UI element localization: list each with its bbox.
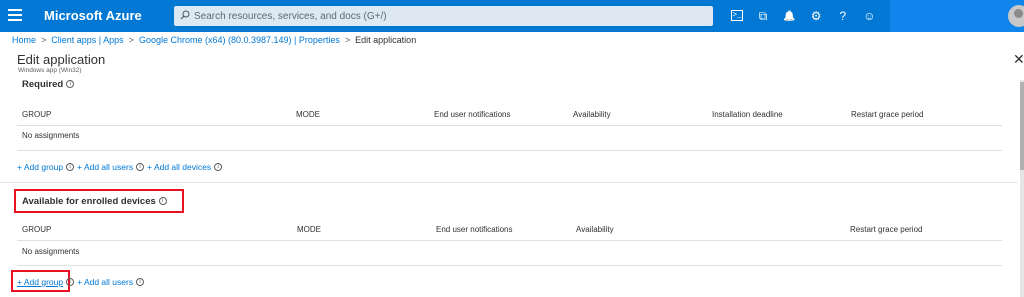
divider <box>17 265 1002 266</box>
breadcrumb-separator: > <box>128 35 134 45</box>
add-all-users-link[interactable]: + Add all users <box>77 277 133 287</box>
col-group: GROUP <box>22 225 52 234</box>
divider <box>17 150 1002 151</box>
search-box[interactable] <box>174 6 713 26</box>
menu-icon[interactable] <box>8 9 22 23</box>
page-title: Edit application <box>17 52 106 67</box>
breadcrumb-home[interactable]: Home <box>12 35 36 45</box>
notifications-icon[interactable]: 🔔 <box>777 7 803 25</box>
info-icon[interactable]: i <box>66 278 75 286</box>
breadcrumb-client-apps[interactable]: Client apps | Apps <box>51 35 123 45</box>
col-restart-grace-period: Restart grace period <box>850 225 923 234</box>
col-group: GROUP <box>22 110 52 119</box>
close-icon[interactable]: ✕ <box>1013 52 1024 66</box>
available-title-label: Available for enrolled devices <box>22 196 156 207</box>
required-empty-state: No assignments <box>22 131 80 140</box>
add-all-devices-link[interactable]: + Add all devices <box>147 162 211 172</box>
col-availability: Availability <box>576 225 614 234</box>
available-section-title: Available for enrolled devices i <box>22 196 167 207</box>
add-group-link[interactable]: + Add group <box>17 277 63 287</box>
col-mode: MODE <box>297 225 321 234</box>
top-bar: Microsoft Azure >_ ⧉ 🔔 ⚙ ? ☺ <box>0 0 1024 32</box>
directory-filter-icon[interactable]: ⧉ <box>750 7 776 25</box>
col-installation-deadline: Installation deadline <box>712 110 783 119</box>
col-mode: MODE <box>296 110 320 119</box>
search-icon <box>180 10 190 20</box>
feedback-icon[interactable]: ☺ <box>856 7 882 25</box>
search-input[interactable] <box>194 8 694 24</box>
info-icon[interactable]: i <box>136 163 145 171</box>
settings-icon[interactable]: ⚙ <box>803 7 829 25</box>
page-subtitle: Windows app (Win32) <box>18 67 82 74</box>
info-icon[interactable]: i <box>66 80 75 89</box>
add-group-link[interactable]: + Add group <box>17 162 63 172</box>
col-end-user-notifications: End user notifications <box>434 110 511 119</box>
info-icon[interactable]: i <box>158 197 167 206</box>
col-end-user-notifications: End user notifications <box>436 225 513 234</box>
divider <box>17 240 1002 241</box>
col-availability: Availability <box>573 110 611 119</box>
breadcrumb-app-properties[interactable]: Google Chrome (x64) (80.0.3987.149) | Pr… <box>139 35 340 45</box>
available-actions: + Add group i + Add all users i <box>17 277 147 287</box>
scrollbar-thumb[interactable] <box>1020 82 1024 170</box>
breadcrumb-separator: > <box>41 35 47 45</box>
breadcrumb-current: Edit application <box>355 35 417 45</box>
info-icon[interactable]: i <box>136 278 145 286</box>
avatar[interactable] <box>1008 5 1024 27</box>
required-section-title: Required i <box>22 79 75 90</box>
breadcrumb: Home > Client apps | Apps > Google Chrom… <box>12 35 416 45</box>
divider <box>17 125 1002 126</box>
col-restart-grace-period: Restart grace period <box>851 110 924 119</box>
brand-title[interactable]: Microsoft Azure <box>44 8 142 23</box>
section-divider <box>0 182 1018 183</box>
account-area[interactable] <box>890 0 1024 32</box>
breadcrumb-separator: > <box>344 35 351 45</box>
help-icon[interactable]: ? <box>830 7 856 25</box>
add-all-users-link[interactable]: + Add all users <box>77 162 133 172</box>
required-actions: + Add group i + Add all users i + Add al… <box>17 162 225 172</box>
available-empty-state: No assignments <box>22 247 80 256</box>
info-icon[interactable]: i <box>214 163 223 171</box>
cloud-shell-icon[interactable]: >_ <box>731 10 743 21</box>
info-icon[interactable]: i <box>66 163 75 171</box>
required-title-label: Required <box>22 79 64 90</box>
